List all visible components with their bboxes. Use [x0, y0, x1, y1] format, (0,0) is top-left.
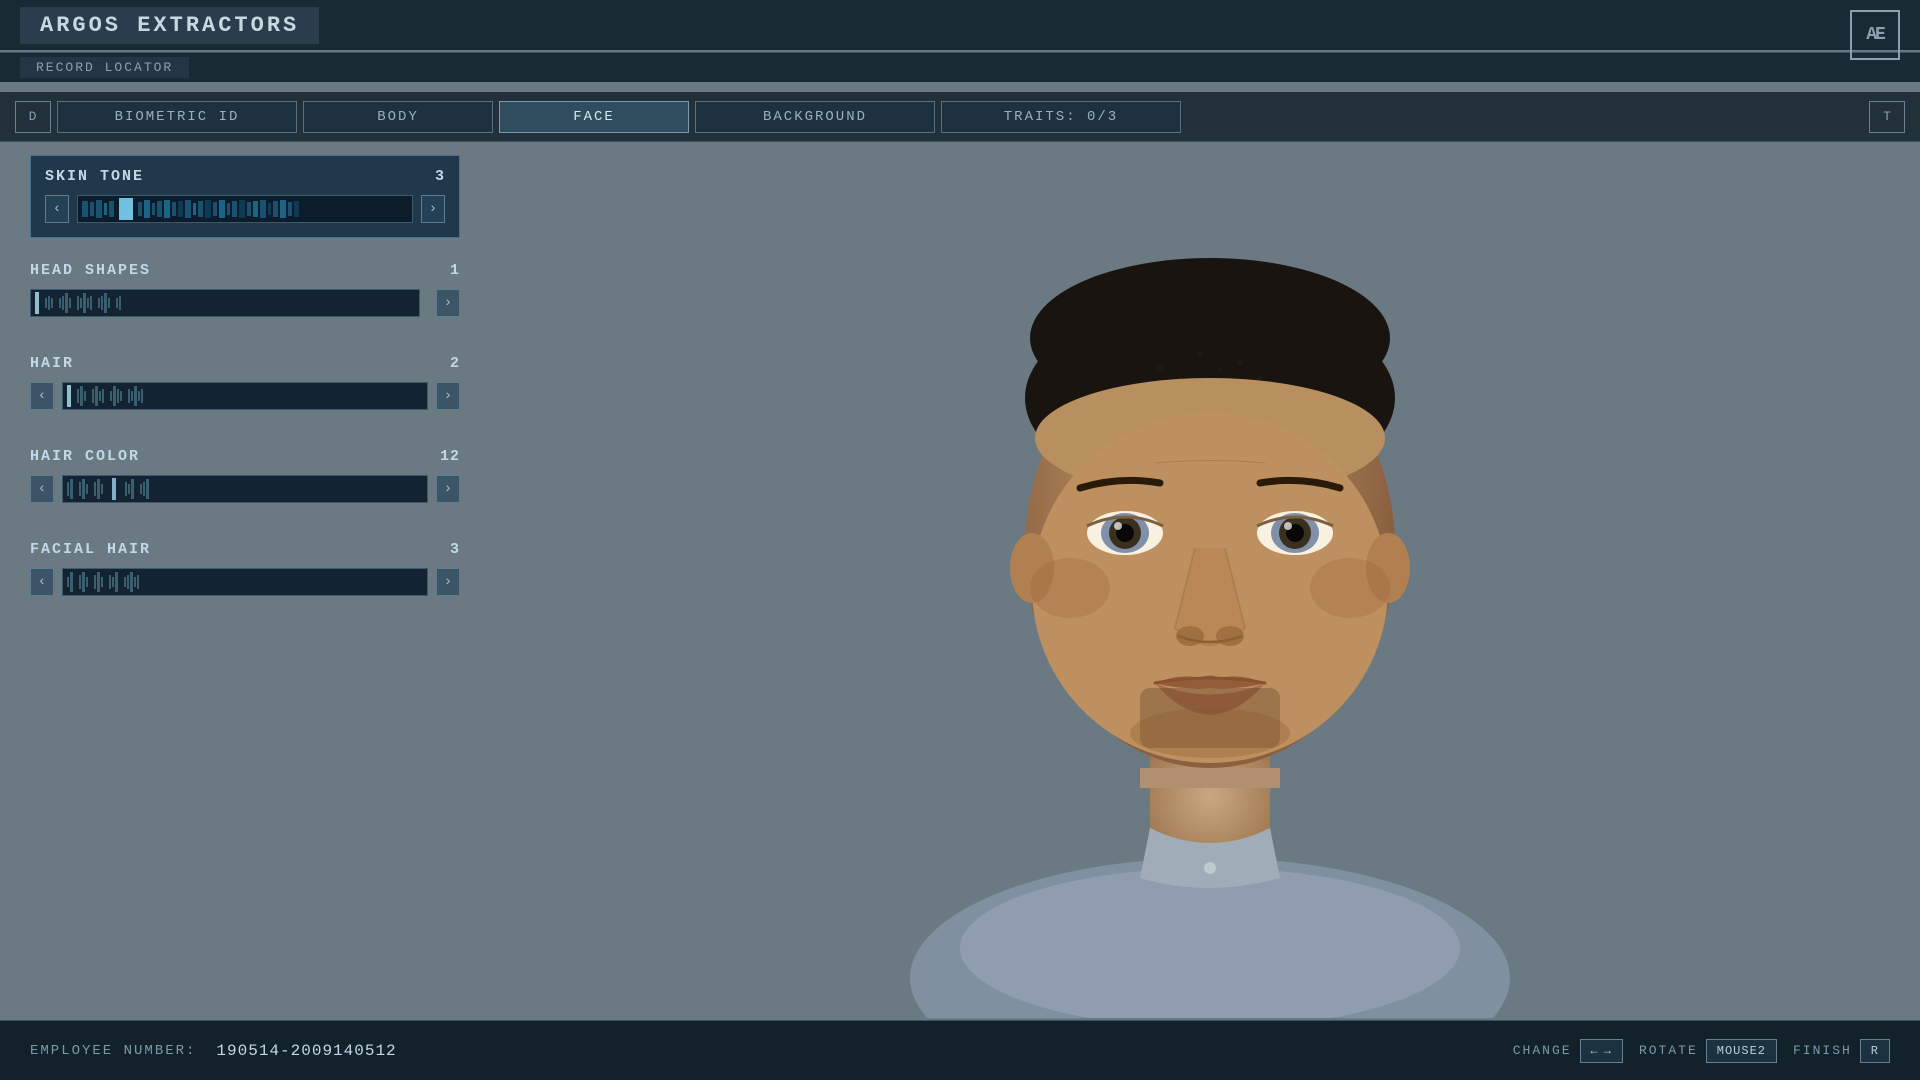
hair-color-next[interactable]: ›	[436, 475, 460, 503]
rotate-action: ROTATE MOUSE2	[1639, 1039, 1777, 1063]
skin-tone-prev[interactable]: ‹	[45, 195, 69, 223]
character-display	[860, 158, 1560, 1018]
head-shapes-block: HEAD SHAPES 1	[30, 254, 460, 325]
nav-t-button[interactable]: T	[1869, 101, 1905, 133]
app-title: ARGOS EXTRACTORS	[20, 7, 319, 44]
skin-tone-next[interactable]: ›	[421, 195, 445, 223]
employee-number: 190514-2009140512	[216, 1042, 396, 1060]
finish-action: FINISH R	[1793, 1039, 1890, 1063]
skin-tone-header: SKIN TONE 3	[45, 168, 445, 185]
head-shapes-header: HEAD SHAPES 1	[30, 262, 460, 279]
change-label: CHANGE	[1513, 1043, 1572, 1058]
hair-slider-row: ‹	[30, 382, 460, 410]
hair-color-prev[interactable]: ‹	[30, 475, 54, 503]
facial-hair-next[interactable]: ›	[436, 568, 460, 596]
hair-color-label: HAIR COLOR	[30, 448, 140, 465]
hair-color-track[interactable]	[62, 475, 428, 503]
tab-traits[interactable]: TRAITS: 0/3	[941, 101, 1181, 133]
left-panel: SKIN TONE 3 ‹	[30, 155, 460, 1000]
head-shapes-next[interactable]: ›	[436, 289, 460, 317]
finish-key[interactable]: R	[1860, 1039, 1890, 1063]
change-keys[interactable]: ← →	[1580, 1039, 1623, 1063]
hair-color-header: HAIR COLOR 12	[30, 448, 460, 465]
skin-tone-label: SKIN TONE	[45, 168, 144, 185]
facial-hair-track[interactable]	[62, 568, 428, 596]
bottom-actions: CHANGE ← → ROTATE MOUSE2 FINISH R	[1513, 1039, 1890, 1063]
top-bar: ARGOS EXTRACTORS AE RECORD LOCATOR	[0, 0, 1920, 90]
facial-hair-header: FACIAL HAIR 3	[30, 541, 460, 558]
skin-tone-block: SKIN TONE 3 ‹	[30, 155, 460, 238]
employee-label: EMPLOYEE NUMBER:	[30, 1043, 196, 1059]
change-key-left: ←	[1591, 1044, 1599, 1058]
finish-label: FINISH	[1793, 1043, 1852, 1058]
rotate-label: ROTATE	[1639, 1043, 1698, 1058]
hair-value: 2	[450, 355, 460, 372]
skin-tone-value: 3	[435, 168, 445, 185]
head-shapes-track[interactable]	[30, 289, 420, 317]
facial-hair-label: FACIAL HAIR	[30, 541, 151, 558]
portrait-area	[500, 155, 1920, 1020]
facial-hair-slider-row: ‹	[30, 568, 460, 596]
logo-icon: AE	[1850, 10, 1900, 60]
skin-tone-track[interactable]	[77, 195, 413, 223]
hair-prev[interactable]: ‹	[30, 382, 54, 410]
tab-background[interactable]: BACKGROUND	[695, 101, 935, 133]
hair-color-value: 12	[440, 448, 460, 465]
hair-color-block: HAIR COLOR 12 ‹	[30, 440, 460, 511]
facial-hair-value: 3	[450, 541, 460, 558]
title-row: ARGOS EXTRACTORS AE	[0, 0, 1920, 50]
nav-bar: D BIOMETRIC ID BODY FACE BACKGROUND TRAI…	[0, 92, 1920, 142]
tab-face[interactable]: FACE	[499, 101, 689, 133]
hair-track[interactable]	[62, 382, 428, 410]
facial-hair-prev[interactable]: ‹	[30, 568, 54, 596]
nav-d-button[interactable]: D	[15, 101, 51, 133]
character-svg	[860, 158, 1560, 1018]
change-action: CHANGE ← →	[1513, 1039, 1623, 1063]
skin-tone-slider-row: ‹	[45, 195, 445, 223]
head-shapes-slider-row: ›	[30, 289, 460, 317]
bottom-bar: EMPLOYEE NUMBER: 190514-2009140512 CHANG…	[0, 1020, 1920, 1080]
tab-biometric-id[interactable]: BIOMETRIC ID	[57, 101, 297, 133]
hair-header: HAIR 2	[30, 355, 460, 372]
tab-body[interactable]: BODY	[303, 101, 493, 133]
head-shapes-label: HEAD SHAPES	[30, 262, 151, 279]
hair-color-slider-row: ‹	[30, 475, 460, 503]
facial-hair-block: FACIAL HAIR 3 ‹	[30, 533, 460, 604]
change-key-right: →	[1604, 1044, 1612, 1058]
hair-label: HAIR	[30, 355, 74, 372]
hair-block: HAIR 2 ‹	[30, 347, 460, 418]
head-shapes-value: 1	[450, 262, 460, 279]
rotate-key: MOUSE2	[1706, 1039, 1777, 1063]
subtitle-text: RECORD LOCATOR	[20, 57, 189, 78]
subtitle-row: RECORD LOCATOR	[0, 52, 1920, 82]
hair-next[interactable]: ›	[436, 382, 460, 410]
